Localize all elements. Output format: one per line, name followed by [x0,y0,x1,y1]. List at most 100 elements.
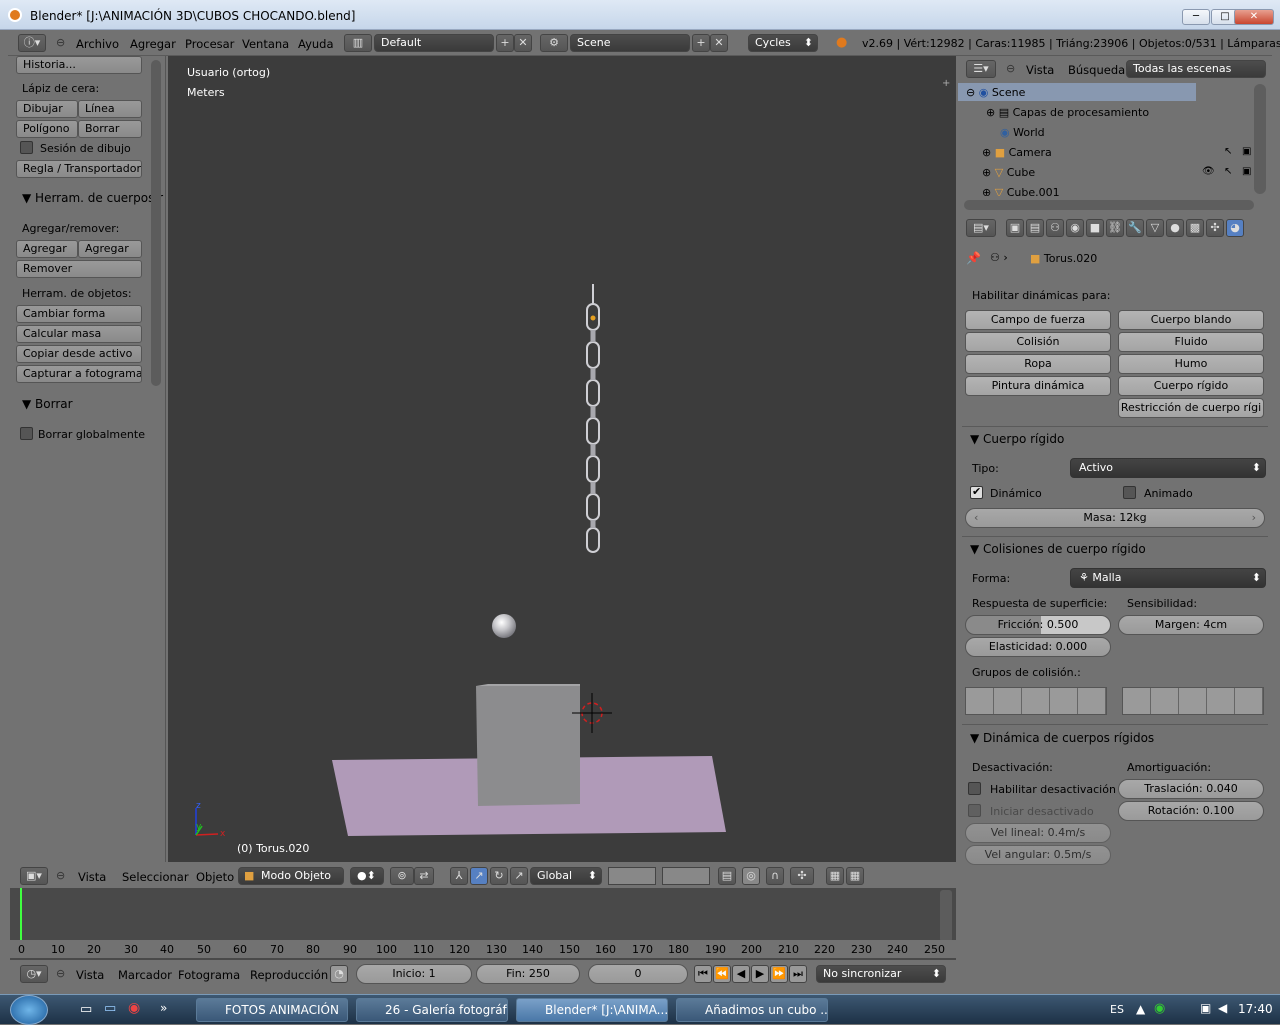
tab-texture-icon[interactable]: ▩ [1186,219,1204,237]
fluid-button[interactable]: Fluido [1118,332,1264,352]
orientation-dropdown[interactable]: Global ⬍ [530,867,602,885]
add-layout-button[interactable]: + [496,34,514,52]
delete-panel-header[interactable]: ▼ Borrar [22,397,73,411]
friction-slider[interactable]: Fricción: 0.500 [965,615,1111,635]
outliner-menu-vista[interactable]: Vista [1026,63,1054,77]
draw-session-checkbox[interactable] [20,141,33,154]
history-button[interactable]: Historia... [16,56,142,74]
current-frame-field[interactable]: 0 [588,964,688,984]
tab-modifiers-icon[interactable]: 🔧 [1126,219,1144,237]
collisions-panel-header[interactable]: ▼ Colisiones de cuerpo rígido [970,542,1146,556]
task-anadimos[interactable]: Añadimos un cubo ... [676,998,828,1022]
menu-archivo[interactable]: Archivo [76,37,119,51]
cube-render-camera-icon[interactable]: ▣ [1242,166,1251,177]
outliner-row-camera[interactable]: ⊕ ■ Camera [982,146,1052,159]
outliner-row-cube[interactable]: ⊕ ▽ Cube [982,166,1035,179]
outliner-editor-type-icon[interactable]: ☰▾ [966,60,996,78]
properties-editor-type-icon[interactable]: ▤▾ [966,219,996,237]
viewport-editor-type-icon[interactable]: ▣▾ [20,867,48,885]
rigid-body-constraint-button[interactable]: Restricción de cuerpo rígi [1118,398,1264,418]
tab-layers-icon[interactable]: ▤ [1026,219,1044,237]
jump-start-icon[interactable]: ⏮ [694,965,712,983]
soft-body-button[interactable]: Cuerpo blando [1118,310,1264,330]
scene-icon[interactable]: ⚙ [540,34,568,52]
play-icon[interactable]: ▶ [751,965,769,983]
outliner-row-world[interactable]: ◉ World [1000,126,1045,139]
pin-icon[interactable]: 📌 [966,251,981,265]
layout-field[interactable]: Default [374,34,494,52]
snap-icon[interactable]: ∩ [766,867,784,885]
erase-button[interactable]: Borrar [78,120,142,138]
render-image-icon[interactable]: ▦ [826,867,844,885]
outliner-row-render-layers[interactable]: ⊕ ▤ Capas de procesamiento [986,106,1149,119]
timeline-scrollbar[interactable] [940,890,952,942]
outliner-scrollbar[interactable] [1254,84,1266,194]
start-button[interactable] [10,995,48,1025]
translate-manipulator-icon[interactable]: ↗ [470,867,488,885]
draw-button[interactable]: Dibujar [16,100,78,118]
angular-velocity-field[interactable]: Vel angular: 0.5m/s [965,845,1111,865]
rotate-manipulator-icon[interactable]: ↻ [490,867,508,885]
sync-dropdown[interactable]: No sincronizar ⬍ [816,965,946,983]
minimize-button[interactable]: ─ [1182,9,1210,25]
next-keyframe-icon[interactable]: ⏩ [770,965,788,983]
tab-scene-icon[interactable]: ⚇ [1046,219,1064,237]
timeline-menu-reproduccion[interactable]: Reproducción [250,968,328,982]
task-blender[interactable]: Blender* [J:\ANIMA... [516,998,668,1022]
enable-deactivation-checkbox[interactable] [968,782,981,795]
task-fotos-animacion[interactable]: FOTOS ANIMACIÓN [196,998,348,1022]
tab-object-icon[interactable]: ■ [1086,219,1104,237]
snap-element-icon[interactable]: ✣ [790,867,814,885]
dynamic-paint-button[interactable]: Pintura dinámica [965,376,1111,396]
tab-physics-icon[interactable]: ◕ [1226,219,1244,237]
language-indicator[interactable]: ES [1110,1003,1124,1016]
polygon-button[interactable]: Polígono [16,120,78,138]
menu-procesar[interactable]: Procesar [185,37,234,51]
outliner-row-cube-001[interactable]: ⊕ ▽ Cube.001 [982,186,1060,196]
linear-velocity-field[interactable]: Vel lineal: 0.4m/s [965,823,1111,843]
editor-type-info-icon[interactable]: ⓘ▾ [18,34,46,52]
collision-groups-grid-2[interactable] [1122,687,1264,715]
layers-grid-1[interactable] [608,867,656,885]
outliner-menu-busqueda[interactable]: Búsqueda [1068,63,1125,77]
mode-dropdown[interactable]: ■ Modo Objeto [238,867,344,885]
outliner-hscrollbar[interactable] [964,200,1254,210]
shelf-scrollbar[interactable] [151,60,161,386]
clock[interactable]: 17:40 [1238,1002,1273,1016]
tray-expand-icon[interactable]: ▲ [1136,1002,1145,1016]
cube-select-cursor-icon[interactable]: ↖ [1224,166,1232,177]
collapse-timeline-menu-icon[interactable]: ⊖ [56,967,65,980]
delete-globally-checkbox[interactable] [20,427,33,440]
rigid-body-button[interactable]: Cuerpo rígido [1118,376,1264,396]
tab-world-icon[interactable]: ◉ [1066,219,1084,237]
rigid-body-tools-header[interactable]: ▼ Herram. de cuerpos r [22,191,163,205]
task-galeria[interactable]: 26 - Galería fotográf... [356,998,508,1022]
elasticity-slider[interactable]: Elasticidad: 0.000 [965,637,1111,657]
render-animation-icon[interactable]: ▦ [846,867,864,885]
manipulator-toggle-icon[interactable]: ⅄ [450,867,468,885]
timeline-menu-marcador[interactable]: Marcador [118,968,172,982]
force-field-button[interactable]: Campo de fuerza [965,310,1111,330]
scale-manipulator-icon[interactable]: ↗ [510,867,528,885]
prev-keyframe-icon[interactable]: ⏪ [713,965,731,983]
tab-constraints-icon[interactable]: ⛓ [1106,219,1124,237]
cloth-button[interactable]: Ropa [965,354,1111,374]
rigid-body-type-dropdown[interactable]: Activo ⬍ [1070,458,1266,478]
smoke-button[interactable]: Humo [1118,354,1264,374]
tab-material-icon[interactable]: ● [1166,219,1184,237]
start-frame-field[interactable]: Inicio: 1 [356,964,472,984]
collision-button[interactable]: Colisión [965,332,1111,352]
margin-field[interactable]: Margen: 4cm [1118,615,1264,635]
lock-layers-icon[interactable]: ▤ [718,867,736,885]
shading-dropdown[interactable]: ●⬍ [350,867,384,885]
viewport-menu-objeto[interactable]: Objeto [196,870,234,884]
remove-layout-button[interactable]: ✕ [514,34,532,52]
render-engine-dropdown[interactable]: Cycles ⬍ [748,34,818,52]
collision-shape-dropdown[interactable]: ⚘ Malla ⬍ [1070,568,1266,588]
collapse-menu-icon[interactable]: ⊖ [56,36,65,49]
bake-to-keyframes-button[interactable]: Capturar a fotogramas c [16,365,142,383]
calculate-mass-button[interactable]: Calcular masa [16,325,142,343]
animated-checkbox[interactable] [1123,486,1136,499]
quicklaunch-overflow-icon[interactable]: » [160,1001,167,1015]
mass-field[interactable]: ‹ Masa: 12kg › [965,508,1265,528]
